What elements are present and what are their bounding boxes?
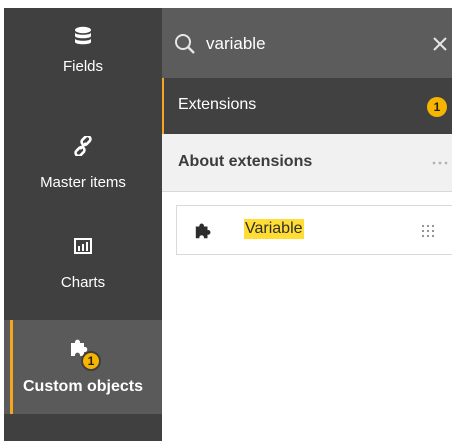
- puzzle-icon: [195, 223, 211, 239]
- sidebar-item-custom-objects[interactable]: 1 Custom objects: [4, 320, 162, 414]
- close-icon[interactable]: [432, 36, 448, 52]
- search-bar: [162, 8, 452, 78]
- sidebar-item-fields[interactable]: Fields: [4, 26, 162, 118]
- sidebar-item-charts[interactable]: Charts: [4, 238, 162, 316]
- sidebar-item-label: Custom objects: [22, 378, 143, 395]
- extensions-panel: Extensions 1 About extensions Variable: [162, 8, 452, 441]
- database-icon: [75, 26, 91, 45]
- extensions-badge: 1: [427, 97, 447, 117]
- search-input[interactable]: [206, 31, 406, 57]
- extensions-header[interactable]: Extensions 1: [162, 78, 452, 134]
- drag-handle-icon[interactable]: [421, 224, 435, 238]
- extension-card-variable[interactable]: Variable: [176, 205, 452, 255]
- assets-sidebar: Fields Master items Charts 1 Custom obje…: [4, 8, 162, 441]
- sidebar-item-label: Fields: [62, 58, 103, 75]
- custom-objects-badge: 1: [81, 351, 101, 371]
- sidebar-item-label: Charts: [60, 274, 106, 291]
- extension-card-label: Variable: [244, 219, 304, 239]
- bar-chart-icon: [74, 238, 92, 254]
- extensions-label: Extensions: [178, 96, 257, 113]
- link-icon: [74, 136, 92, 156]
- more-horizontal-icon[interactable]: [432, 160, 448, 166]
- assets-panel: Fields Master items Charts 1 Custom obje…: [0, 0, 452, 441]
- sidebar-item-label: Master items: [40, 174, 126, 191]
- custom-objects-icon-wrap: 1: [65, 338, 101, 372]
- about-extensions-row[interactable]: About extensions: [162, 134, 452, 192]
- search-icon: [175, 34, 195, 54]
- sidebar-item-master-items[interactable]: Master items: [4, 136, 162, 216]
- about-extensions-label: About extensions: [178, 153, 313, 170]
